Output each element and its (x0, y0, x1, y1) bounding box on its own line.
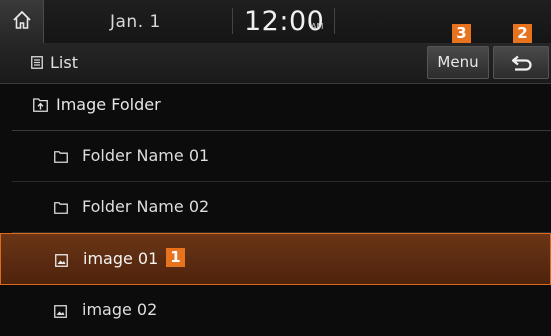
date-display: Jan. 1 (110, 12, 161, 32)
file-list: Folder Name 01 Folder Name 02 image 01 1… (0, 130, 551, 336)
list-item-label: Folder Name 02 (82, 197, 210, 216)
callout-badge-back: 2 (513, 24, 532, 43)
list-item-label: Folder Name 01 (82, 146, 210, 165)
list-icon (31, 56, 43, 69)
divider (334, 8, 335, 34)
back-button[interactable] (493, 46, 549, 79)
list-item[interactable]: image 02 (12, 285, 551, 336)
list-item[interactable]: Folder Name 01 (12, 131, 551, 182)
callout-badge-menu: 3 (452, 24, 471, 43)
folder-up-icon (33, 98, 48, 112)
home-icon (13, 10, 31, 29)
toolbar-title: List (50, 53, 78, 72)
current-folder-name: Image Folder (56, 95, 161, 114)
list-item-label: image 02 (82, 300, 158, 319)
list-item-label: image 01 (83, 249, 159, 268)
list-item-selected[interactable]: image 01 1 (0, 233, 551, 285)
list-item[interactable]: Folder Name 02 (12, 182, 551, 233)
folder-icon (54, 202, 68, 214)
divider (232, 8, 233, 34)
current-folder-header[interactable]: Image Folder (0, 84, 551, 128)
back-arrow-icon (511, 55, 532, 71)
folder-icon (54, 151, 68, 163)
menu-button[interactable]: Menu (427, 46, 489, 79)
image-file-icon (55, 254, 68, 267)
image-file-icon (54, 305, 67, 318)
home-button[interactable] (0, 0, 44, 43)
screen: Jan. 1 12:00 AM List Menu 3 2 Image Fold… (0, 0, 551, 334)
callout-badge-item: 1 (166, 248, 185, 267)
clock-am-pm: AM (311, 22, 324, 31)
